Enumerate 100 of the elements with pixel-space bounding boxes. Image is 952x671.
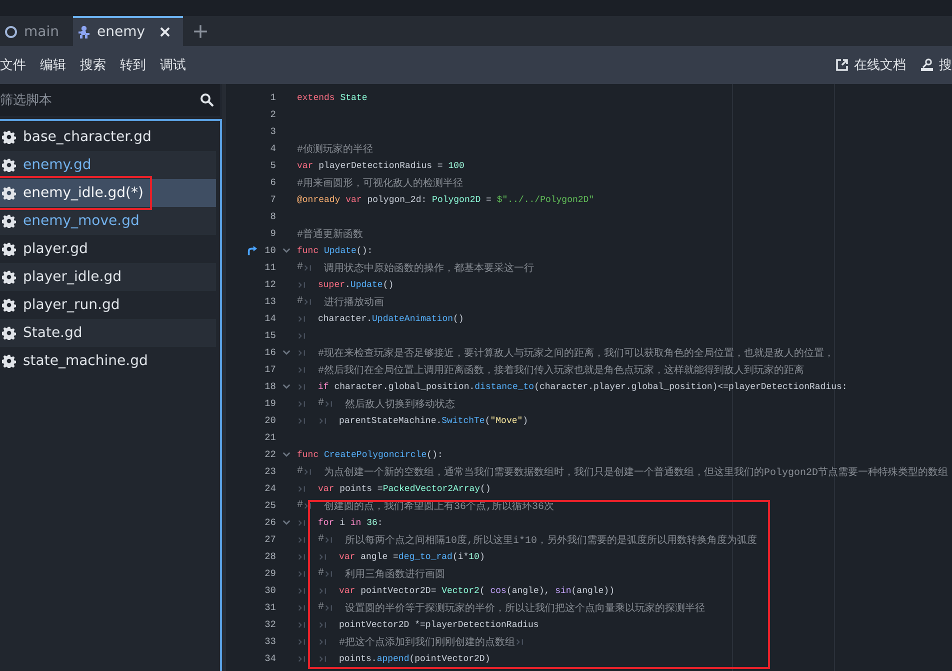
line-number: 12 [264, 279, 276, 290]
line-number: 8 [269, 211, 276, 222]
scene-tab[interactable]: main [0, 16, 69, 46]
help-link[interactable]: 搜 [920, 56, 952, 74]
search-icon[interactable] [200, 93, 214, 107]
code-token: PackedVector2Array [382, 484, 480, 494]
line-number: 31 [264, 602, 276, 613]
tab-marker-icon [298, 348, 306, 356]
tab-marker-icon [298, 654, 306, 662]
code-token: ) [522, 416, 528, 426]
code-token: # [297, 262, 304, 273]
script-item[interactable]: enemy_idle.gd(*) [0, 179, 216, 207]
character-icon [76, 25, 91, 39]
code-token: (pointVector2D) [409, 654, 490, 664]
code-token: (i* [452, 552, 469, 562]
tab-marker-icon [319, 552, 327, 560]
code-token: ( [479, 586, 486, 596]
menu-item[interactable]: 转到 [120, 56, 146, 74]
code-token: distance_to [474, 382, 534, 392]
code-token: Update [323, 246, 356, 256]
tab-marker-icon [298, 484, 306, 492]
code-token: #用来画圆形，可视化敌人的检测半径 [297, 176, 464, 190]
code-token: cos [490, 586, 506, 596]
code-token: . [345, 280, 350, 290]
code-token: (angle)) [571, 586, 614, 596]
tab-marker-icon [325, 536, 334, 544]
code-token: 10 [468, 552, 480, 562]
line-number: 21 [264, 432, 276, 443]
line-number: 9 [269, 228, 276, 239]
tab-marker-icon [298, 620, 306, 628]
code-token: #把这个点添加到我们刚刚创建的点数组 [339, 636, 516, 648]
chevron-icon[interactable] [282, 518, 291, 527]
line-number: 4 [269, 143, 276, 154]
gear-icon [2, 354, 16, 368]
script-item[interactable]: base_character.gd [0, 123, 216, 151]
tab-marker-icon [304, 502, 312, 510]
script-item[interactable]: player.gd [0, 235, 216, 263]
chevron-icon[interactable] [282, 450, 291, 459]
tab-marker-icon [516, 638, 524, 646]
menu-item[interactable]: 文件 [0, 56, 26, 74]
close-icon[interactable] [159, 26, 172, 38]
scene-tab[interactable]: enemy [72, 16, 184, 46]
code-token: : [377, 518, 383, 528]
tab-marker-icon [298, 366, 306, 374]
code-token: var [339, 586, 356, 596]
code-token: UpdateAnimation [372, 314, 454, 324]
code-token: 为点创建一个新的空数组，通常当我们需要数据数组时，我们只是创建一个普通数组，但这里我们的Polygon2D节点需要一种特殊类型的数组 [324, 466, 948, 478]
code-token: () [453, 314, 464, 324]
line-number: 33 [264, 636, 276, 647]
code-token: 然后敌人切换到移动状态 [345, 398, 456, 410]
chevron-icon[interactable] [282, 348, 291, 357]
tab-marker-icon [325, 400, 334, 408]
tab-marker-icon [319, 638, 327, 646]
line-number: 14 [264, 313, 276, 324]
script-item[interactable]: player_run.gd [0, 291, 216, 319]
code-token: # [318, 602, 324, 613]
help-link[interactable]: 在线文档 [835, 56, 906, 74]
filter-field[interactable]: 筛选脚本 [0, 84, 220, 116]
script-item[interactable]: State.gd [0, 319, 216, 347]
line-number: 13 [264, 296, 276, 307]
line-number: 19 [264, 398, 276, 409]
script-item[interactable]: state_machine.gd [0, 347, 216, 375]
code-token: # [297, 500, 304, 511]
line-number: 28 [264, 551, 276, 562]
override-icon[interactable] [247, 245, 258, 256]
circle-icon [4, 25, 18, 39]
code-token: polygon_2d: [366, 194, 428, 204]
menu-item[interactable]: 编辑 [40, 56, 66, 74]
code-token: () [382, 280, 394, 290]
add-tab-icon[interactable] [193, 24, 208, 38]
code-token: points. [339, 654, 377, 664]
menu-item[interactable]: 搜索 [80, 56, 106, 74]
line-number: 29 [264, 568, 276, 579]
code-token: append [376, 654, 410, 664]
tab-marker-icon [319, 620, 327, 628]
tab-marker-icon [298, 586, 306, 594]
script-item[interactable]: enemy_move.gd [0, 207, 216, 235]
code-token: ) [479, 552, 485, 562]
line-number: 5 [269, 160, 276, 171]
script-item[interactable]: enemy.gd [0, 151, 216, 179]
code-token: ( [484, 416, 490, 426]
code-token: "Move" [490, 416, 523, 426]
line-number: 34 [264, 653, 276, 664]
tab-marker-icon [298, 280, 306, 288]
menu-item[interactable]: 调试 [160, 56, 186, 74]
line-number: 16 [264, 347, 276, 358]
tab-marker-icon [298, 400, 306, 408]
gear-icon [2, 270, 16, 284]
tab-marker-icon [319, 416, 327, 424]
code-token: 进行播放动画 [324, 296, 384, 308]
code-token: Polygon2D [432, 194, 481, 204]
script-item[interactable]: player_idle.gd [0, 263, 216, 291]
code-token: playerDetectionRadius = [318, 160, 444, 170]
tab-marker-icon [298, 552, 306, 560]
chevron-icon[interactable] [282, 382, 291, 391]
code-token: = [485, 194, 492, 204]
chevron-icon[interactable] [282, 246, 291, 255]
code-token: #现在来检查玩家是否足够接近，要计算敌人与玩家之间的距离，我们可以获取角色的全局位置，也就是敌人的位置， [318, 346, 834, 360]
line-number: 27 [264, 534, 276, 545]
gear-icon [2, 186, 16, 200]
